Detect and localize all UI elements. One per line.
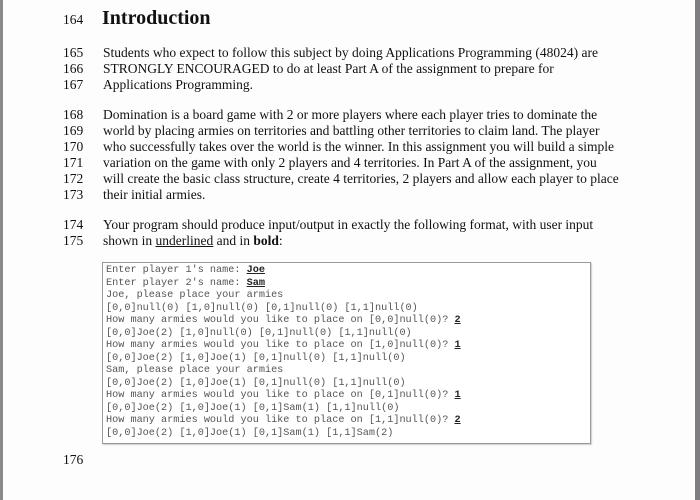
code-output: How many armies would you like to place …	[106, 340, 455, 351]
paragraph-line: STRONGLY ENCOURAGED to do at least Part …	[103, 61, 554, 76]
code-line: How many armies would you like to place …	[106, 340, 461, 351]
line-number: 166	[63, 61, 84, 76]
code-output: [0,0]null(0) [1,0]null(0) [0,1]null(0) […	[106, 302, 418, 314]
code-line: [0,0]Joe(2) [1,0]Joe(1) [0,1]null(0) [1,…	[106, 353, 406, 364]
paragraph-line: their initial armies.	[103, 187, 206, 202]
code-output: How many armies would you like to place …	[106, 315, 455, 326]
user-input: 2	[454, 315, 461, 326]
code-output: [0,0]Joe(2) [1,0]Joe(1) [0,1]null(0) [1,…	[106, 352, 406, 364]
code-output: [0,0]Joe(2) [1,0]Joe(1) [0,1]null(0) [1,…	[106, 377, 406, 389]
paragraph-line: variation on the game with only 2 player…	[103, 155, 597, 170]
section-heading: Introduction	[102, 7, 211, 29]
line-number: 169	[63, 123, 84, 138]
line-number: 165	[63, 45, 84, 60]
line-number: 168	[63, 107, 84, 122]
line-number: 171	[63, 155, 84, 170]
paragraph-line: will create the basic class structure, c…	[103, 171, 619, 186]
code-output: Joe, please place your armies	[106, 290, 284, 301]
code-output: [0,0]Joe(2) [1,0]null(0) [0,1]null(0) [1…	[106, 327, 412, 339]
code-line: How many armies would you like to place …	[106, 315, 461, 326]
paragraph-line: Domination is a board game with 2 or mor…	[103, 107, 598, 122]
paragraph-line: shown in underlined and in bold:	[103, 233, 283, 249]
line-number: 170	[63, 139, 84, 154]
code-line: How many armies would you like to place …	[106, 390, 461, 401]
code-line: Enter player 2's name: Sam	[106, 278, 265, 289]
user-input: 2	[454, 415, 461, 426]
code-line: [0,0]Joe(2) [1,0]Joe(1) [0,1]Sam(1) [1,1…	[106, 428, 393, 439]
user-input: Sam	[246, 277, 265, 289]
code-output: How many armies would you like to place …	[106, 390, 455, 401]
line-number: 173	[63, 187, 84, 202]
line-number: 172	[63, 171, 84, 186]
user-input: 1	[454, 390, 461, 401]
underlined-word: underlined	[155, 233, 214, 248]
user-input: 1	[454, 340, 461, 351]
code-line: Enter player 1's name: Joe	[106, 265, 265, 276]
code-line: [0,0]null(0) [1,0]null(0) [0,1]null(0) […	[106, 303, 418, 314]
code-output: Enter player 2's name:	[106, 277, 247, 289]
code-sample-box: Enter player 1's name: Joe Enter player …	[102, 262, 591, 444]
code-output: [0,0]Joe(2) [1,0]Joe(1) [0,1]Sam(1) [1,1…	[106, 427, 394, 439]
code-line: Sam, please place your armies	[106, 365, 283, 376]
code-line: Joe, please place your armies	[106, 290, 283, 301]
paragraph-line: who successfully takes over the world is…	[103, 139, 615, 154]
line-number: 164	[63, 12, 84, 27]
page-right-edge	[695, 0, 700, 500]
paragraph-line: Your program should produce input/output…	[103, 217, 594, 232]
paragraph-line: Students who expect to follow this subje…	[103, 45, 598, 60]
paragraph-line: world by placing armies on territories a…	[103, 123, 600, 138]
text-segment: :	[278, 233, 283, 248]
page-left-edge	[0, 0, 3, 500]
text-segment: and in	[213, 233, 254, 248]
user-input: Joe	[246, 265, 265, 276]
line-number: 176	[63, 452, 84, 467]
code-output: How many armies would you like to place …	[106, 415, 455, 426]
line-number: 174	[63, 217, 84, 232]
code-output: [0,0]Joe(2) [1,0]Joe(1) [0,1]Sam(1) [1,1…	[106, 402, 400, 414]
code-line: [0,0]Joe(2) [1,0]null(0) [0,1]null(0) [1…	[106, 328, 412, 339]
line-number: 175	[63, 233, 84, 248]
code-output: Sam, please place your armies	[106, 365, 284, 376]
bold-word: bold	[253, 233, 279, 248]
code-line: [0,0]Joe(2) [1,0]Joe(1) [0,1]null(0) [1,…	[106, 378, 406, 389]
code-line: [0,0]Joe(2) [1,0]Joe(1) [0,1]Sam(1) [1,1…	[106, 403, 399, 414]
paragraph-line: Applications Programming.	[103, 77, 253, 92]
code-line: How many armies would you like to place …	[106, 415, 461, 426]
line-number: 167	[63, 77, 84, 92]
document-page: 164 Introduction 165 Students who expect…	[0, 0, 695, 500]
text-segment: shown in	[103, 233, 156, 248]
code-output: Enter player 1's name:	[106, 265, 247, 276]
